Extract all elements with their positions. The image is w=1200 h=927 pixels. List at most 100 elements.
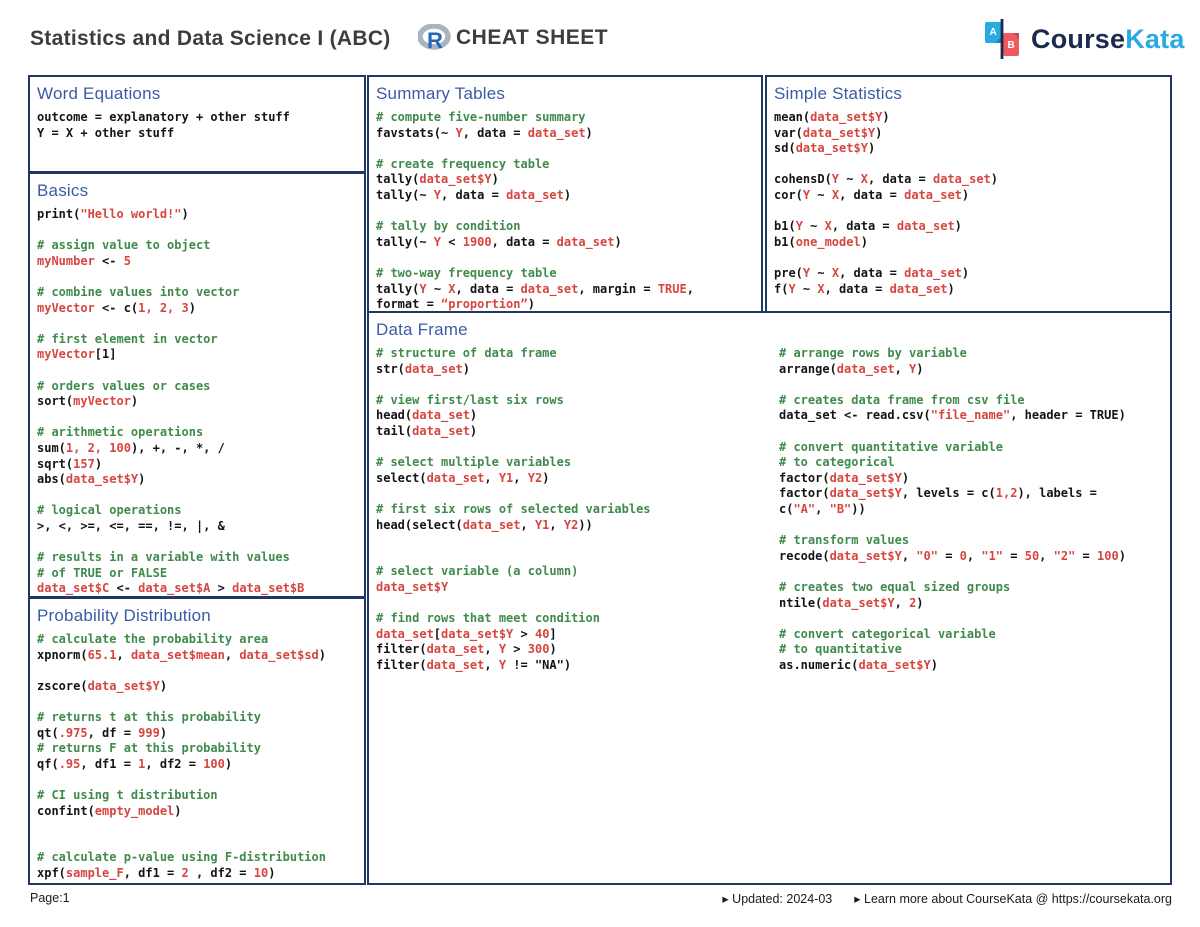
code-line: var(data_set$Y) xyxy=(774,125,883,140)
panel-basics: Basics print("Hello world!") # assign va… xyxy=(28,172,366,598)
code-line: data_set$C <- data_set$A > data_set$B xyxy=(37,581,305,596)
code-line: confint(empty_model) xyxy=(37,803,182,818)
code-line: myVector <- c(1, 2, 3) xyxy=(37,300,196,315)
code-line: # assign value to object xyxy=(37,238,211,253)
brand-course: Course xyxy=(1031,23,1126,54)
code-line: f(Y ~ X, data = data_set) xyxy=(774,281,955,296)
code-line: # transform values xyxy=(779,533,910,548)
coursekata-logo: A B CourseKata xyxy=(982,18,1185,60)
code-line: # orders values or cases xyxy=(37,378,211,393)
footer-learn-more: ▸ Learn more about CourseKata @ https://… xyxy=(854,892,1172,906)
code-line: sort(myVector) xyxy=(37,394,139,409)
page-b-letter: B xyxy=(1008,40,1015,51)
r-logo-icon: R xyxy=(418,24,451,52)
code-line: # first element in vector xyxy=(37,331,218,346)
code-line: ntile(data_set$Y, 2) xyxy=(779,595,924,610)
code-line: Y = X + other stuff xyxy=(37,125,175,140)
code-line: tail(data_set) xyxy=(376,423,478,438)
code-line: # first six rows of selected variables xyxy=(376,501,651,516)
code-block-basics: print("Hello world!") # assign value to … xyxy=(37,207,364,597)
code-line: # to categorical xyxy=(779,455,895,470)
code-line: # returns F at this probability xyxy=(37,741,261,756)
code-line: # two-way frequency table xyxy=(376,265,557,280)
code-line: data_set <- read.csv("file_name", header… xyxy=(779,408,1126,423)
code-line: # creates data frame from csv file xyxy=(779,392,1025,407)
code-line: >, <, >=, <=, ==, !=, |, & xyxy=(37,518,225,533)
cheat-sheet-page: Statistics and Data Science I (ABC) R CH… xyxy=(0,0,1200,927)
code-line: # logical operations xyxy=(37,503,182,518)
panel-probability-distribution: Probability Distribution # calculate the… xyxy=(28,597,366,885)
panel-title-summary-tables: Summary Tables xyxy=(376,84,506,103)
code-line: qf(.95, df1 = 1, df2 = 100) xyxy=(37,756,233,771)
code-line: c("A", "B")) xyxy=(779,501,866,516)
code-line: tally(data_set$Y) xyxy=(376,172,499,187)
code-line: qt(.975, df = 999) xyxy=(37,725,168,740)
data-frame-columns: # structure of data frame str(data_set) #… xyxy=(369,340,1170,673)
cheat-sheet-header: R CHEAT SHEET xyxy=(418,24,608,52)
code-line: data_set[data_set$Y > 40] xyxy=(376,626,557,641)
panel-title-data-frame: Data Frame xyxy=(376,320,468,339)
code-line: # CI using t distribution xyxy=(37,787,218,802)
code-line: # select variable (a column) xyxy=(376,564,579,579)
code-line: filter(data_set, Y > 300) xyxy=(376,642,557,657)
code-line: sd(data_set$Y) xyxy=(774,141,876,156)
panel-data-frame: Data Frame # structure of data frame str(… xyxy=(367,311,1172,885)
code-line: cor(Y ~ X, data = data_set) xyxy=(774,187,970,202)
cheat-sheet-label: CHEAT SHEET xyxy=(456,26,609,49)
code-line: head(data_set) xyxy=(376,408,478,423)
code-line: # create frequency table xyxy=(376,156,550,171)
code-line: # convert quantitative variable xyxy=(779,439,1003,454)
code-line: factor(data_set$Y, levels = c(1,2), labe… xyxy=(779,486,1097,501)
coursekata-wordmark: CourseKata xyxy=(1031,24,1185,55)
code-line: # calculate p-value using F-distribution xyxy=(37,850,326,865)
code-line: sum(1, 2, 100), +, -, *, / xyxy=(37,440,225,455)
code-line: tally(~ Y < 1900, data = data_set) xyxy=(376,234,622,249)
panel-title-probability-distribution: Probability Distribution xyxy=(37,606,211,625)
code-line: # select multiple variables xyxy=(376,455,572,470)
code-line: sqrt(157) xyxy=(37,456,103,471)
code-line: # find rows that meet condition xyxy=(376,611,600,626)
code-line: data_set$Y xyxy=(376,579,449,594)
code-line: # combine values into vector xyxy=(37,284,240,299)
panel-title-simple-statistics: Simple Statistics xyxy=(774,84,903,103)
code-line: # tally by condition xyxy=(376,219,521,234)
code-block-summary-tables: # compute five-number summary favstats(~ … xyxy=(376,110,761,313)
code-line: # arithmetic operations xyxy=(37,425,204,440)
panel-summary-tables: Summary Tables # compute five-number sum… xyxy=(367,75,763,313)
code-line: # calculate the probability area xyxy=(37,632,269,646)
code-line: # view first/last six rows xyxy=(376,392,564,407)
footer-info: ▸ Updated: 2024-03 ▸ Learn more about Co… xyxy=(722,891,1172,906)
code-line: filter(data_set, Y != "NA") xyxy=(376,657,572,672)
code-line: mean(data_set$Y) xyxy=(774,110,890,124)
code-line: outcome = explanatory + other stuff xyxy=(37,110,290,124)
code-line: # of TRUE or FALSE xyxy=(37,565,168,580)
code-line: as.numeric(data_set$Y) xyxy=(779,657,938,672)
code-line: # compute five-number summary xyxy=(376,110,586,124)
code-line: b1(one_model) xyxy=(774,234,868,249)
code-line: zscore(data_set$Y) xyxy=(37,678,168,693)
code-block-data-frame-left: # structure of data frame str(data_set) #… xyxy=(376,346,772,673)
